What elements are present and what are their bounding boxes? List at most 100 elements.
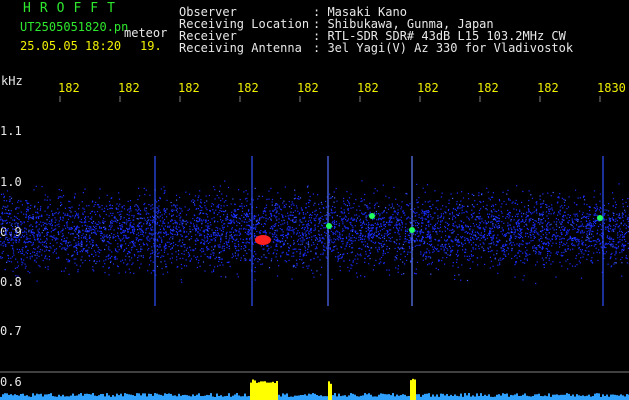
noise-pixel xyxy=(222,198,224,200)
noise-pixel xyxy=(90,218,92,220)
noise-pixel xyxy=(515,209,518,211)
noise-pixel xyxy=(62,247,64,249)
noise-pixel xyxy=(397,212,399,214)
noise-pixel xyxy=(125,223,128,225)
noise-pixel xyxy=(514,276,516,278)
noise-pixel xyxy=(157,233,159,235)
noise-pixel xyxy=(362,241,364,243)
noise-pixel xyxy=(362,244,365,246)
noise-pixel xyxy=(297,198,299,200)
noise-pixel xyxy=(493,234,495,236)
noise-pixel xyxy=(175,243,177,246)
noise-pixel xyxy=(201,209,203,211)
noise-pixel xyxy=(307,227,309,229)
noise-pixel xyxy=(559,193,561,195)
noise-pixel xyxy=(319,240,321,242)
noise-pixel xyxy=(370,227,372,229)
noise-pixel xyxy=(129,219,131,222)
noise-pixel xyxy=(91,216,93,218)
noise-pixel xyxy=(533,245,536,247)
noise-pixel xyxy=(115,249,117,251)
noise-pixel xyxy=(8,200,11,203)
noise-pixel xyxy=(21,248,23,250)
noise-pixel xyxy=(402,243,404,246)
noise-pixel xyxy=(211,229,213,231)
noise-pixel xyxy=(462,229,464,231)
noise-pixel xyxy=(468,255,470,257)
noise-pixel xyxy=(85,249,87,252)
noise-pixel xyxy=(56,257,58,259)
noise-pixel xyxy=(244,258,246,260)
noise-pixel xyxy=(432,204,434,206)
noise-pixel xyxy=(27,215,30,218)
noise-pixel xyxy=(614,262,616,264)
noise-pixel xyxy=(17,265,19,267)
noise-pixel xyxy=(599,239,601,241)
noise-pixel xyxy=(57,213,59,215)
noise-pixel xyxy=(225,236,227,238)
noise-pixel xyxy=(274,233,276,235)
noise-pixel xyxy=(349,246,351,248)
noise-pixel xyxy=(356,253,358,255)
noise-pixel xyxy=(13,228,15,230)
noise-pixel xyxy=(332,212,334,214)
noise-pixel xyxy=(520,250,522,252)
noise-pixel xyxy=(201,207,203,209)
noise-pixel xyxy=(606,226,608,229)
noise-pixel xyxy=(525,213,527,215)
noise-pixel xyxy=(237,253,239,255)
noise-pixel xyxy=(18,235,20,237)
noise-pixel xyxy=(330,197,332,199)
noise-pixel xyxy=(502,216,504,218)
noise-pixel xyxy=(477,237,480,239)
noise-pixel xyxy=(169,258,171,260)
noise-pixel xyxy=(101,232,103,234)
noise-pixel xyxy=(483,236,485,238)
noise-pixel xyxy=(231,228,233,230)
noise-pixel xyxy=(516,228,518,230)
noise-pixel xyxy=(606,209,608,211)
noise-pixel xyxy=(321,215,323,217)
noise-pixel xyxy=(468,241,470,243)
noise-pixel xyxy=(237,222,239,224)
noise-pixel xyxy=(548,238,550,240)
noise-pixel xyxy=(89,234,91,236)
noise-pixel xyxy=(359,209,361,211)
noise-pixel xyxy=(540,221,542,223)
noise-pixel xyxy=(315,220,317,222)
noise-pixel xyxy=(160,261,162,263)
noise-pixel xyxy=(315,209,317,211)
noise-pixel xyxy=(20,259,22,261)
noise-pixel xyxy=(293,204,295,206)
noise-pixel xyxy=(113,229,115,231)
noise-pixel xyxy=(587,224,589,226)
noise-pixel xyxy=(275,203,277,205)
noise-pixel xyxy=(247,229,249,231)
noise-pixel xyxy=(202,250,204,252)
noise-pixel xyxy=(284,222,286,224)
noise-pixel xyxy=(446,247,448,250)
noise-pixel xyxy=(209,256,211,258)
noise-pixel xyxy=(431,218,433,220)
noise-pixel xyxy=(360,224,362,227)
noise-pixel xyxy=(402,261,404,263)
noise-pixel xyxy=(121,225,123,227)
noise-pixel xyxy=(563,214,565,216)
noise-pixel xyxy=(436,200,438,202)
noise-pixel xyxy=(525,253,528,255)
noise-pixel xyxy=(367,229,369,231)
noise-pixel xyxy=(57,197,59,199)
noise-pixel xyxy=(535,253,537,255)
noise-pixel xyxy=(440,196,442,198)
noise-pixel xyxy=(309,195,311,198)
noise-pixel xyxy=(620,234,622,236)
noise-pixel xyxy=(499,257,501,259)
noise-pixel xyxy=(416,225,418,227)
noise-pixel xyxy=(207,225,209,227)
noise-pixel xyxy=(489,227,491,229)
noise-pixel xyxy=(275,223,277,225)
noise-pixel xyxy=(133,245,135,247)
noise-pixel xyxy=(276,253,278,255)
noise-pixel xyxy=(472,234,474,236)
noise-pixel xyxy=(151,204,153,206)
